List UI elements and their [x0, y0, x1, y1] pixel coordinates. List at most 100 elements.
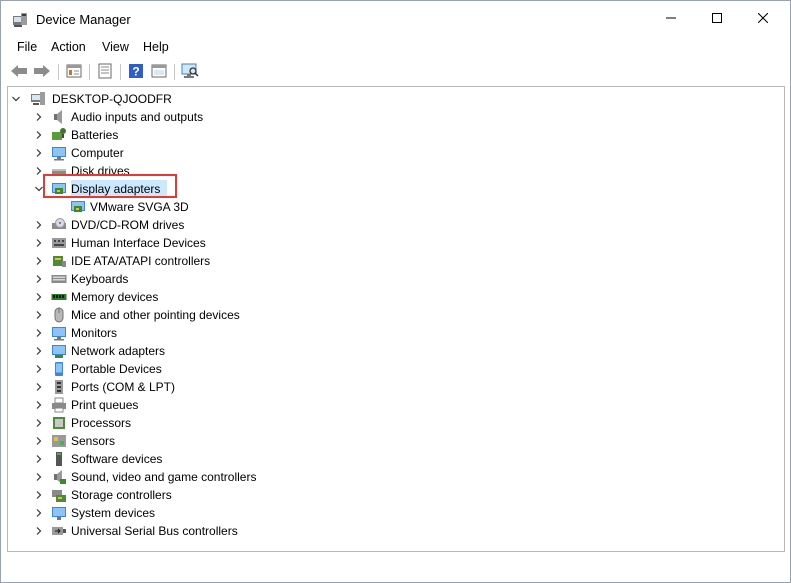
sound-icon [51, 469, 67, 485]
expand-chevron-icon[interactable] [34, 252, 44, 270]
menu-help[interactable]: Help [143, 40, 169, 54]
tree-item-computer[interactable]: Computer [8, 144, 778, 162]
show-hide-console-tree-button[interactable] [64, 62, 84, 82]
expand-chevron-icon[interactable] [34, 288, 44, 306]
tree-item-audio-inputs-and-outputs[interactable]: Audio inputs and outputs [8, 108, 778, 126]
expand-chevron-icon[interactable] [34, 234, 44, 252]
help-icon: ? [128, 63, 144, 82]
tree-item-label: Mice and other pointing devices [71, 308, 240, 322]
tree-item-label: Universal Serial Bus controllers [71, 524, 238, 538]
expand-chevron-icon[interactable] [34, 360, 44, 378]
tree-item-monitors[interactable]: Monitors [8, 324, 778, 342]
menu-view[interactable]: View [102, 40, 129, 54]
tree-item-ports-com-lpt[interactable]: Ports (COM & LPT) [8, 378, 778, 396]
tree-item-processors[interactable]: Processors [8, 414, 778, 432]
computer-icon [51, 145, 67, 161]
tree-item-label: Software devices [71, 452, 163, 466]
tree-item-sensors[interactable]: Sensors [8, 432, 778, 450]
tree-item-print-queues[interactable]: Print queues [8, 396, 778, 414]
expand-chevron-icon[interactable] [34, 450, 44, 468]
expand-chevron-icon[interactable] [34, 306, 44, 324]
tree-item-ide-ata-atapi-controllers[interactable]: IDE ATA/ATAPI controllers [8, 252, 778, 270]
speaker-icon [51, 109, 67, 125]
keyboard-icon [51, 271, 67, 287]
usb-icon [51, 523, 67, 539]
menu-file[interactable]: File [17, 40, 37, 54]
expand-chevron-icon[interactable] [34, 270, 44, 288]
tree-item-universal-serial-bus-controllers[interactable]: Universal Serial Bus controllers [8, 522, 778, 540]
tree-item-label: Audio inputs and outputs [71, 110, 204, 124]
toolbar-separator [58, 64, 59, 80]
expand-chevron-icon[interactable] [34, 486, 44, 504]
maximize-button[interactable] [694, 1, 740, 37]
computer-root-icon [30, 91, 46, 107]
expand-chevron-icon[interactable] [34, 432, 44, 450]
close-button[interactable] [740, 1, 786, 37]
tree-item-vmware-svga-3d[interactable]: VMware SVGA 3D [8, 198, 778, 216]
tree-item-portable-devices[interactable]: Portable Devices [8, 360, 778, 378]
back-button[interactable] [9, 62, 29, 82]
tree-item-label: Memory devices [71, 290, 159, 304]
scan-hardware-button[interactable] [180, 62, 200, 82]
tree-item-sound-video-and-game-controllers[interactable]: Sound, video and game controllers [8, 468, 778, 486]
tree-item-memory-devices[interactable]: Memory devices [8, 288, 778, 306]
toolbar-separator [120, 64, 121, 80]
tree-item-label: Processors [71, 416, 132, 430]
menu-action[interactable]: Action [51, 40, 86, 54]
close-icon [757, 12, 769, 26]
tree-item-system-devices[interactable]: System devices [8, 504, 778, 522]
tree-item-storage-controllers[interactable]: Storage controllers [8, 486, 778, 504]
storage-controller-icon [51, 487, 67, 503]
display-adapter-icon [70, 199, 86, 215]
menu-bar: File Action View Help [1, 37, 790, 57]
expand-chevron-icon[interactable] [34, 378, 44, 396]
battery-icon [51, 127, 67, 143]
expand-chevron-icon[interactable] [34, 144, 44, 162]
expand-chevron-icon[interactable] [34, 324, 44, 342]
toolbar-separator [89, 64, 90, 80]
tree-item-label: DVD/CD-ROM drives [71, 218, 185, 232]
title-bar[interactable]: Device Manager [1, 1, 790, 37]
properties-button[interactable] [95, 62, 115, 82]
expand-chevron-icon[interactable] [34, 126, 44, 144]
tree-item-keyboards[interactable]: Keyboards [8, 270, 778, 288]
expand-chevron-icon[interactable] [34, 522, 44, 540]
tree-item-label: Storage controllers [71, 488, 172, 502]
forward-button[interactable] [32, 62, 52, 82]
expand-chevron-icon[interactable] [34, 108, 44, 126]
expand-chevron-icon[interactable] [34, 396, 44, 414]
expand-chevron-icon[interactable] [34, 414, 44, 432]
software-device-icon [51, 451, 67, 467]
expand-chevron-icon[interactable] [34, 216, 44, 234]
tree-item-dvd-cd-rom-drives[interactable]: DVD/CD-ROM drives [8, 216, 778, 234]
minimize-button[interactable] [648, 1, 694, 37]
ide-controller-icon [51, 253, 67, 269]
red-highlight-box [43, 174, 177, 198]
tree-item-display-adapters[interactable]: Display adapters [8, 174, 778, 198]
tree-item-label: Sensors [71, 434, 116, 448]
tree-item-network-adapters[interactable]: Network adapters [8, 342, 778, 360]
hid-icon [51, 235, 67, 251]
printer-icon [51, 397, 67, 413]
tree-item-label: VMware SVGA 3D [90, 200, 189, 214]
network-adapter-icon [51, 343, 67, 359]
svg-text:?: ? [132, 64, 139, 78]
collapse-chevron-icon[interactable] [11, 90, 21, 108]
dvd-drive-icon [51, 217, 67, 233]
memory-icon [51, 289, 67, 305]
help-button[interactable]: ? [126, 62, 146, 82]
tree-item-software-devices[interactable]: Software devices [8, 450, 778, 468]
tree-item-mice-and-other-pointing-devices[interactable]: Mice and other pointing devices [8, 306, 778, 324]
expand-chevron-icon[interactable] [34, 468, 44, 486]
expand-chevron-icon[interactable] [34, 504, 44, 522]
tree-item-label: Ports (COM & LPT) [71, 380, 176, 394]
system-device-icon [51, 505, 67, 521]
toolbar-separator [174, 64, 175, 80]
tree-item-batteries[interactable]: Batteries [8, 126, 778, 144]
expand-chevron-icon[interactable] [34, 342, 44, 360]
device-tree[interactable]: DESKTOP-QJOODFR Audio inputs and outputs B… [7, 86, 785, 552]
tree-root-computer[interactable]: DESKTOP-QJOODFR [8, 90, 778, 108]
tree-item-human-interface-devices[interactable]: Human Interface Devices [8, 234, 778, 252]
processor-icon [51, 415, 67, 431]
view-button[interactable] [149, 62, 169, 82]
